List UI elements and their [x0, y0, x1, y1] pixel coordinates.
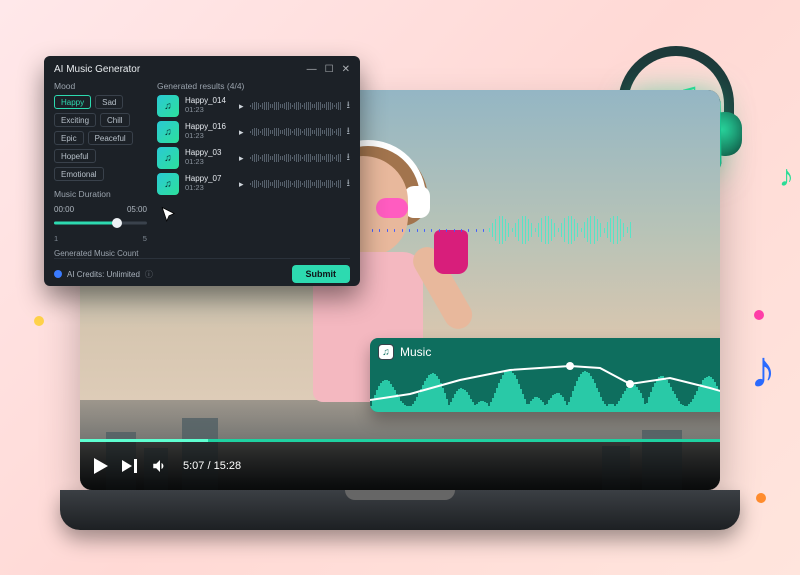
- music-note-icon: ♪: [779, 160, 794, 194]
- mood-tag-sad[interactable]: Sad: [95, 95, 123, 109]
- panel-title: AI Music Generator: [54, 64, 140, 75]
- mood-section-label: Mood: [54, 81, 147, 91]
- duration-end: 05:00: [127, 205, 147, 214]
- mood-tag-hopeful[interactable]: Hopeful: [54, 149, 96, 163]
- credits-indicator: AI Credits: Unlimited ⓘ: [54, 269, 153, 280]
- volume-button[interactable]: [151, 457, 169, 475]
- mood-tags: Happy Sad Exciting Chill Epic Peaceful Hopeful…: [54, 95, 147, 181]
- result-play-icon[interactable]: ▸: [239, 153, 244, 164]
- result-waveform: [250, 127, 341, 137]
- music-envelope-line: [370, 362, 720, 406]
- credits-dot-icon: [54, 270, 62, 278]
- music-track-label: Music: [400, 345, 431, 359]
- decor-dot-pink: [754, 310, 764, 320]
- mood-tag-chill[interactable]: Chill: [100, 113, 130, 127]
- play-button[interactable]: [94, 458, 108, 474]
- result-duration: 01:23: [185, 184, 231, 192]
- result-thumb-icon: ♫: [157, 147, 179, 169]
- result-waveform: [250, 153, 341, 163]
- download-icon[interactable]: ⭳: [347, 176, 351, 193]
- music-tag-icon: ♫: [378, 344, 394, 360]
- mood-tag-happy[interactable]: Happy: [54, 95, 91, 109]
- ai-music-generator-panel: AI Music Generator — ☐ ✕ Mood Happy Sad Ex…: [44, 56, 360, 286]
- audio-waveform-icon: [370, 210, 630, 250]
- result-item[interactable]: ♫Happy_01601:23▸⭳: [157, 121, 350, 143]
- result-waveform: [250, 179, 341, 189]
- progress-bar[interactable]: [80, 439, 720, 442]
- laptop-base: [60, 490, 740, 530]
- results-list: ♫Happy_01401:23▸⭳♫Happy_01601:23▸⭳♫Happy…: [157, 95, 350, 195]
- result-waveform: [250, 101, 341, 111]
- mood-tag-peaceful[interactable]: Peaceful: [88, 131, 133, 145]
- video-player-bar: 5:07 / 15:28: [80, 442, 720, 490]
- mood-tag-emotional[interactable]: Emotional: [54, 167, 104, 181]
- maximize-button[interactable]: ☐: [325, 64, 334, 75]
- info-icon[interactable]: ⓘ: [145, 269, 153, 280]
- duration-section-label: Music Duration: [54, 189, 147, 199]
- result-thumb-icon: ♫: [157, 121, 179, 143]
- download-icon[interactable]: ⭳: [347, 98, 351, 115]
- result-duration: 01:23: [185, 106, 231, 114]
- download-icon[interactable]: ⭳: [347, 150, 351, 167]
- result-thumb-icon: ♫: [157, 173, 179, 195]
- result-duration: 01:23: [185, 132, 231, 140]
- result-thumb-icon: ♫: [157, 95, 179, 117]
- result-item[interactable]: ♫Happy_01401:23▸⭳: [157, 95, 350, 117]
- duration-slider[interactable]: [54, 218, 147, 228]
- submit-button[interactable]: Submit: [292, 265, 351, 283]
- result-play-icon[interactable]: ▸: [239, 127, 244, 138]
- result-item[interactable]: ♫Happy_0701:23▸⭳: [157, 173, 350, 195]
- generated-count-label: Generated Music Count: [54, 249, 147, 258]
- decor-dot-orange: [756, 493, 766, 503]
- result-duration: 01:23: [185, 158, 231, 166]
- minimize-button[interactable]: —: [307, 64, 317, 75]
- next-button[interactable]: [122, 459, 137, 473]
- decor-dot-yellow: [34, 316, 44, 326]
- result-item[interactable]: ♫Happy_0301:23▸⭳: [157, 147, 350, 169]
- download-icon[interactable]: ⭳: [347, 124, 351, 141]
- music-note-icon: ♪: [750, 340, 776, 400]
- music-track-clip[interactable]: ♫ Music: [370, 338, 720, 412]
- close-button[interactable]: ✕: [342, 64, 350, 75]
- results-section-label: Generated results (4/4): [157, 81, 350, 91]
- result-play-icon[interactable]: ▸: [239, 179, 244, 190]
- mood-tag-exciting[interactable]: Exciting: [54, 113, 96, 127]
- time-display: 5:07 / 15:28: [183, 460, 241, 472]
- mood-tag-epic[interactable]: Epic: [54, 131, 84, 145]
- duration-start: 00:00: [54, 205, 74, 214]
- result-play-icon[interactable]: ▸: [239, 101, 244, 112]
